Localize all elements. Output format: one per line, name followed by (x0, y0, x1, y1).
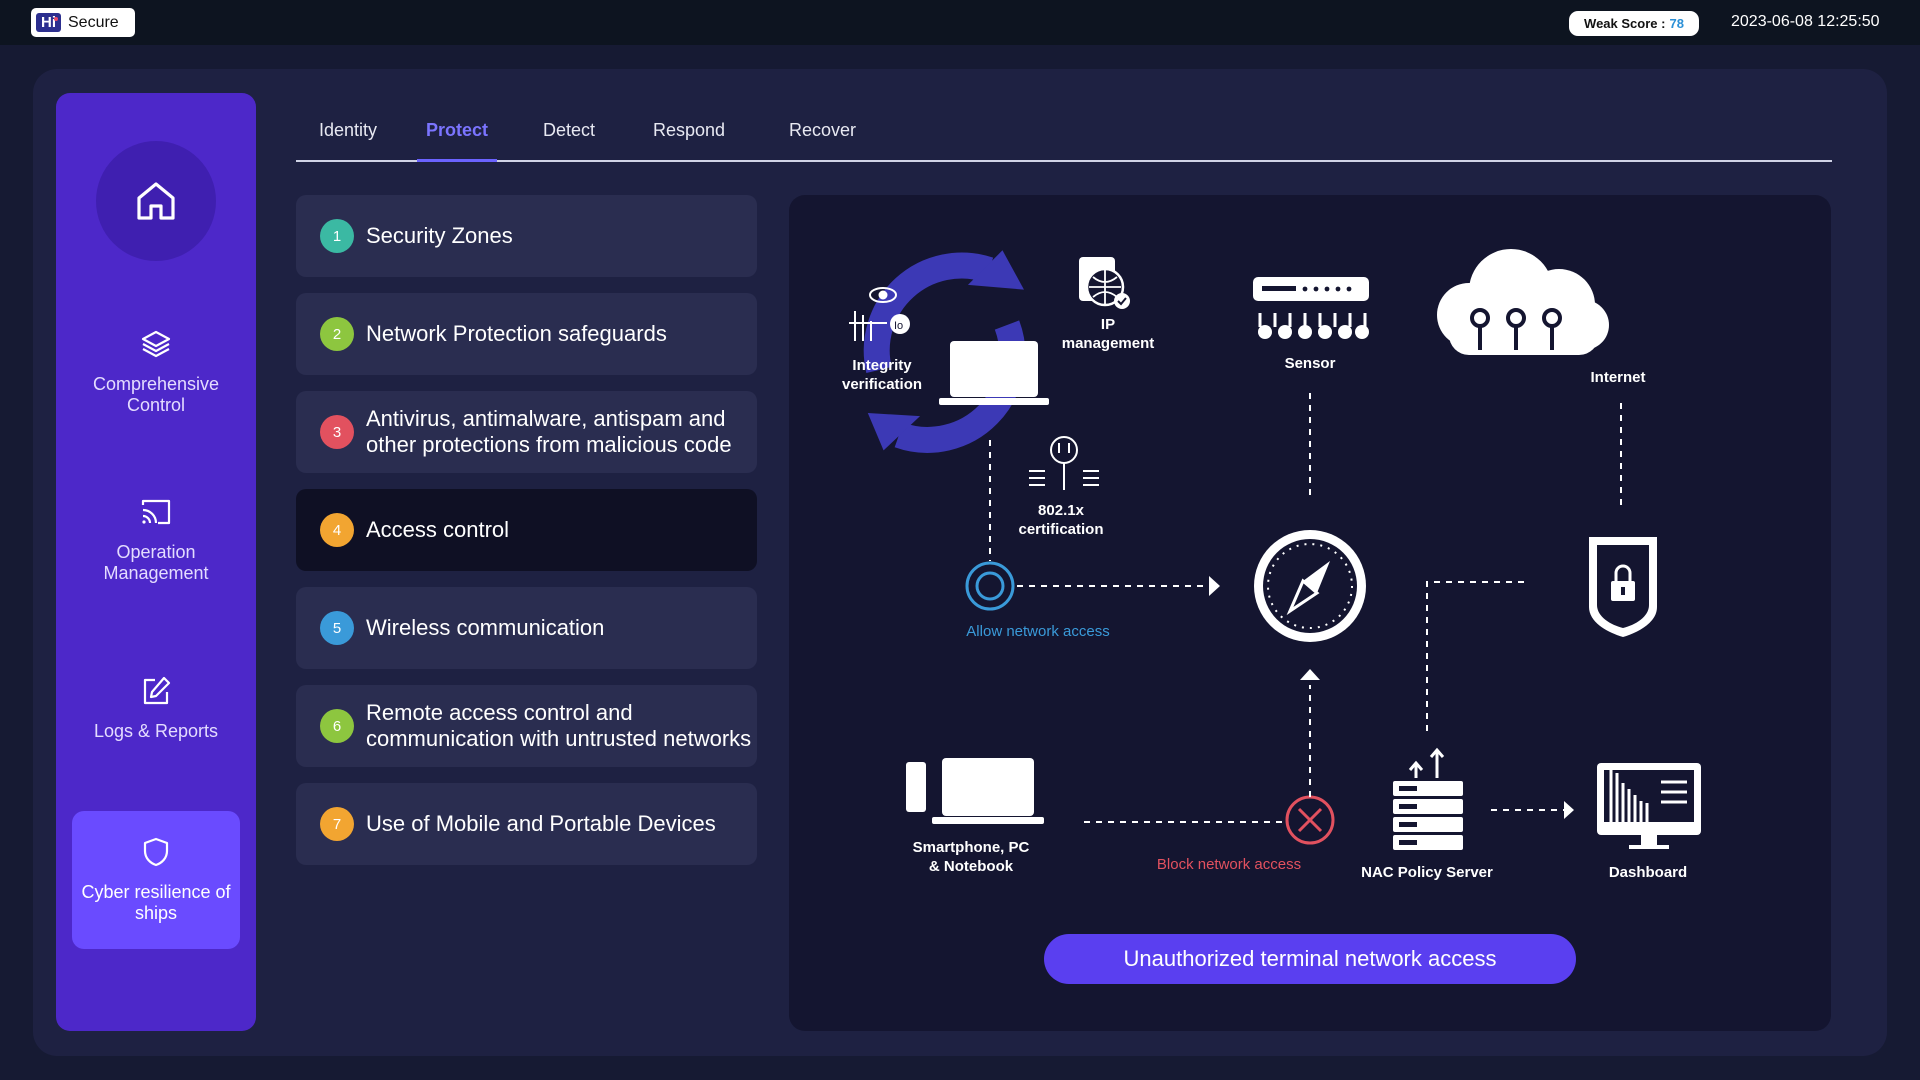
list-item-security-zones[interactable]: 1 Security Zones (296, 195, 757, 277)
top-bar: Hi Secure Weak Score : 78 2023-06-08 12:… (0, 0, 1920, 45)
internet-label: Internet (1590, 369, 1646, 386)
dashboard-icon (1597, 763, 1701, 849)
list-item-label: Remote access control and communication … (366, 700, 752, 751)
list-item-label: Use of Mobile and Portable Devices (366, 811, 716, 836)
list-item-number: 5 (320, 611, 354, 645)
certificate-icon (1029, 436, 1099, 490)
sensor-icon (1253, 277, 1369, 339)
sensor-label: Sensor (1284, 355, 1336, 372)
list-item-number: 1 (320, 219, 354, 253)
sidebar-item-label: Operation Management (103, 542, 209, 583)
sidebar-item-label: Comprehensive Control (92, 374, 220, 415)
list-item-number: 2 (320, 317, 354, 351)
sidebar-item-operation-management[interactable]: Operation Management (72, 471, 240, 609)
tab-bar: Identity Protect Detect Respond Recover (296, 110, 1832, 162)
weak-score-label: Weak Score : (1584, 16, 1666, 31)
weak-score-value: 78 (1669, 16, 1684, 31)
list-item-number: 4 (320, 513, 354, 547)
list-item-label: Access control (366, 517, 510, 542)
list-item-mobile-devices[interactable]: 7 Use of Mobile and Portable Devices (296, 783, 757, 865)
sidebar-item-cyber-resilience[interactable]: Cyber resilience of ships (72, 811, 240, 949)
list-item-remote-access[interactable]: 6 Remote access control and communicatio… (296, 685, 757, 767)
nac-server-label: NAC Policy Server (1361, 864, 1493, 881)
list-item-number: 7 (320, 807, 354, 841)
list-item-label: Antivirus, antimalware, antispam and oth… (366, 406, 732, 457)
compass-icon (1254, 530, 1366, 642)
tab-detect[interactable]: Detect (534, 120, 604, 162)
list-item-wireless[interactable]: 5 Wireless communication (296, 587, 757, 669)
sidebar-item-logs-reports[interactable]: Logs & Reports (72, 639, 240, 777)
layers-icon (141, 330, 171, 358)
cert-label: 802.1x certification (1018, 502, 1104, 538)
block-access-label: Block network access (1156, 856, 1302, 873)
logo-text: Secure (68, 13, 119, 31)
tab-recover[interactable]: Recover (780, 120, 865, 162)
logo-mark: Hi (36, 13, 61, 32)
sidebar-item-label: Cyber resilience of ships (81, 882, 231, 923)
tab-protect[interactable]: Protect (417, 120, 498, 162)
sidebar: Comprehensive Control Operation Manageme… (56, 93, 256, 1031)
shield-icon (143, 837, 169, 867)
server-icon (1393, 747, 1463, 850)
edit-icon (143, 676, 171, 704)
tab-identity[interactable]: Identity (310, 120, 386, 162)
laptop-icon (939, 341, 1049, 405)
home-icon (137, 182, 175, 220)
weak-score-badge: Weak Score : 78 (1569, 11, 1699, 36)
svg-text:Io: Io (894, 320, 903, 332)
list-item-label: Network Protection safeguards (366, 321, 667, 346)
cloud-icon (1437, 249, 1609, 355)
ip-management-label: IP management (1061, 316, 1155, 352)
integrity-verification-label: Integrity verification (842, 357, 923, 393)
lock-shield-icon (1589, 537, 1657, 637)
sidebar-item-comprehensive-control[interactable]: Comprehensive Control (72, 303, 240, 441)
allow-access-icon (965, 561, 1015, 611)
unauthorized-access-button[interactable]: Unauthorized terminal network access (1044, 934, 1576, 984)
globe-check-icon (1079, 257, 1130, 309)
app-logo[interactable]: Hi Secure (31, 8, 135, 37)
datetime: 2023-06-08 12:25:50 (1731, 13, 1880, 30)
home-button[interactable] (96, 141, 216, 261)
block-access-icon (1285, 795, 1335, 845)
nac-diagram: Io Integrity verification IP management … (789, 195, 1831, 1031)
diagram-graphics: Io (849, 249, 1701, 850)
list-item-access-control[interactable]: 4 Access control (296, 489, 757, 571)
list-item-antivirus[interactable]: 3 Antivirus, antimalware, antispam and o… (296, 391, 757, 473)
devices-icon (906, 758, 1044, 824)
cast-icon (141, 499, 171, 525)
tab-respond[interactable]: Respond (644, 120, 734, 162)
list-item-number: 6 (320, 709, 354, 743)
dashboard-label: Dashboard (1608, 864, 1688, 881)
sidebar-item-label: Logs & Reports (93, 720, 219, 741)
allow-access-label: Allow network access (966, 623, 1110, 640)
list-item-number: 3 (320, 415, 354, 449)
devices-label: Smartphone, PC & Notebook (912, 839, 1030, 875)
list-item-network-protection[interactable]: 2 Network Protection safeguards (296, 293, 757, 375)
list-item-label: Security Zones (366, 223, 513, 248)
list-item-label: Wireless communication (366, 615, 605, 640)
